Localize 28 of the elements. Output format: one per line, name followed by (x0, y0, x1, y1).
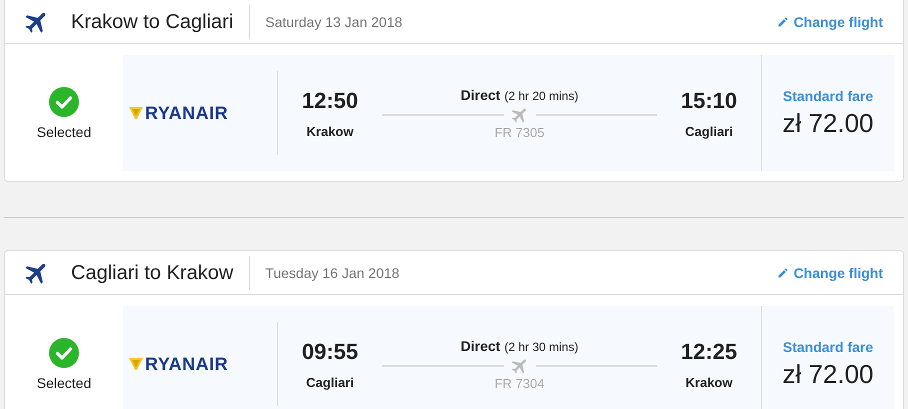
fare-name: Standard fare (782, 338, 874, 354)
change-flight-link[interactable]: Change flight (776, 264, 883, 280)
fare-name: Standard fare (782, 88, 874, 104)
arrival-time: 15:10 (680, 88, 738, 114)
duration-label: Direct (2 hr 30 mins) (460, 338, 578, 354)
pencil-icon (776, 266, 789, 278)
route-title: Cagliari to Krakow (71, 256, 250, 290)
pencil-icon (776, 16, 789, 28)
selected-label: Selected (36, 124, 92, 140)
departure-city: Krakow (306, 124, 354, 138)
departure-time: 12:50 (302, 88, 358, 114)
departure-time: 09:55 (302, 338, 358, 364)
flight-number: FR 7304 (494, 376, 544, 390)
change-flight-link[interactable]: Change flight (776, 14, 883, 30)
airline-logo: RYANAIR (145, 102, 228, 124)
flight-date: Saturday 13 Jan 2018 (265, 14, 404, 30)
selected-label: Selected (36, 374, 92, 390)
flight-date: Tuesday 16 Jan 2018 (265, 264, 400, 280)
departure-city: Cagliari (306, 374, 354, 390)
fare-price: zł 72.00 (782, 108, 874, 138)
route-title: Krakow to Cagliari (71, 4, 250, 38)
arrival-city: Krakow (686, 374, 732, 390)
flight-number: FR 7305 (494, 124, 544, 140)
airline-logo: RYANAIR (145, 354, 228, 374)
arrival-time: 12:25 (680, 338, 738, 364)
fare-price: zł 72.00 (782, 358, 874, 390)
arrival-city: Cagliari (685, 124, 733, 138)
duration-label: Direct (2 hr 20 mins) (460, 86, 578, 102)
